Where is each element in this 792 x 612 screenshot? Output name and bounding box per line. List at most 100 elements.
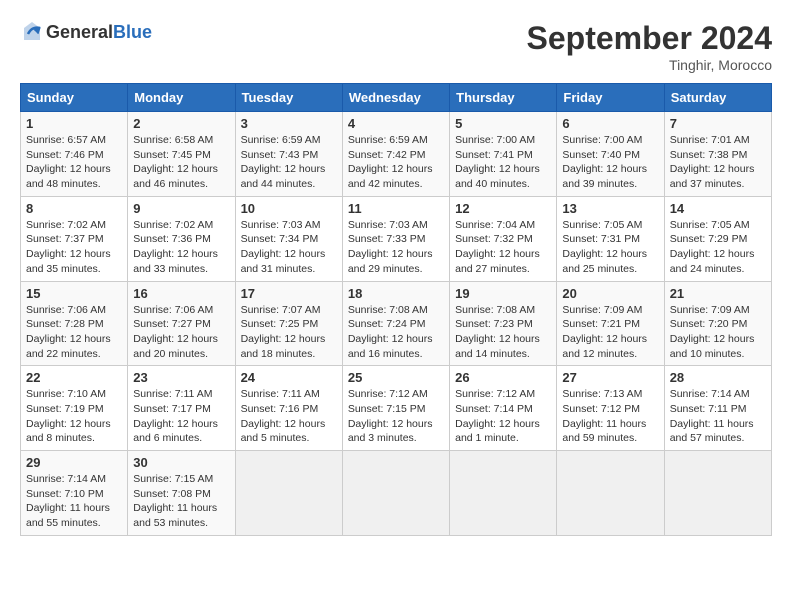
- calendar-cell: 23 Sunrise: 7:11 AMSunset: 7:17 PMDayligh…: [128, 366, 235, 451]
- day-number: 21: [670, 286, 766, 301]
- calendar-cell: 12Sunrise: 7:04 AMSunset: 7:32 PMDayligh…: [450, 196, 557, 281]
- calendar-cell: 30Sunrise: 7:15 AMSunset: 7:08 PMDayligh…: [128, 451, 235, 536]
- calendar-cell: 24Sunrise: 7:11 AMSunset: 7:16 PMDayligh…: [235, 366, 342, 451]
- weekday-header-tuesday: Tuesday: [235, 84, 342, 112]
- calendar-cell: 16Sunrise: 7:06 AMSunset: 7:27 PMDayligh…: [128, 281, 235, 366]
- calendar-cell: 29 Sunrise: 7:14 AMSunset: 7:10 PMDayligh…: [21, 451, 128, 536]
- day-number: 29: [26, 455, 122, 470]
- day-detail: Sunrise: 7:08 AMSunset: 7:23 PMDaylight:…: [455, 303, 551, 362]
- weekday-header-sunday: Sunday: [21, 84, 128, 112]
- day-number: 24: [241, 370, 337, 385]
- day-detail: Sunrise: 7:07 AMSunset: 7:25 PMDaylight:…: [241, 303, 337, 362]
- calendar-cell: 15 Sunrise: 7:06 AMSunset: 7:28 PMDayligh…: [21, 281, 128, 366]
- weekday-header-thursday: Thursday: [450, 84, 557, 112]
- day-detail: Sunrise: 6:59 AMSunset: 7:43 PMDaylight:…: [241, 133, 337, 192]
- day-number: 25: [348, 370, 444, 385]
- day-detail: Sunrise: 7:03 AMSunset: 7:34 PMDaylight:…: [241, 218, 337, 277]
- day-number: 23: [133, 370, 229, 385]
- logo-text: GeneralBlue: [46, 22, 152, 43]
- day-detail: Sunrise: 6:58 AMSunset: 7:45 PMDaylight:…: [133, 133, 229, 192]
- day-detail: Sunrise: 7:09 AMSunset: 7:20 PMDaylight:…: [670, 303, 766, 362]
- page-header: GeneralBlue September 2024 Tinghir, Moro…: [20, 20, 772, 73]
- calendar-cell: [450, 451, 557, 536]
- month-title: September 2024: [527, 20, 772, 57]
- calendar-cell: 4Sunrise: 6:59 AMSunset: 7:42 PMDaylight…: [342, 112, 449, 197]
- calendar-week-row: 29 Sunrise: 7:14 AMSunset: 7:10 PMDayligh…: [21, 451, 772, 536]
- day-number: 19: [455, 286, 551, 301]
- day-number: 26: [455, 370, 551, 385]
- calendar-cell: [342, 451, 449, 536]
- day-number: 20: [562, 286, 658, 301]
- day-detail: Sunrise: 7:02 AMSunset: 7:36 PMDaylight:…: [133, 218, 229, 277]
- logo: GeneralBlue: [20, 20, 152, 44]
- calendar-cell: [235, 451, 342, 536]
- calendar-week-row: 22 Sunrise: 7:10 AMSunset: 7:19 PMDayligh…: [21, 366, 772, 451]
- calendar-cell: [664, 451, 771, 536]
- day-detail: Sunrise: 7:14 AMSunset: 7:10 PMDaylight:…: [26, 472, 122, 531]
- calendar-cell: 18 Sunrise: 7:08 AMSunset: 7:24 PMDayligh…: [342, 281, 449, 366]
- day-number: 3: [241, 116, 337, 131]
- day-detail: Sunrise: 7:13 AMSunset: 7:12 PMDaylight:…: [562, 387, 658, 446]
- weekday-header-friday: Friday: [557, 84, 664, 112]
- day-detail: Sunrise: 7:14 AMSunset: 7:11 PMDaylight:…: [670, 387, 766, 446]
- calendar-cell: 21 Sunrise: 7:09 AMSunset: 7:20 PMDayligh…: [664, 281, 771, 366]
- calendar-cell: 28 Sunrise: 7:14 AMSunset: 7:11 PMDayligh…: [664, 366, 771, 451]
- day-detail: Sunrise: 7:12 AMSunset: 7:14 PMDaylight:…: [455, 387, 551, 446]
- calendar-cell: 6 Sunrise: 7:00 AMSunset: 7:40 PMDaylight…: [557, 112, 664, 197]
- day-number: 17: [241, 286, 337, 301]
- day-detail: Sunrise: 7:08 AMSunset: 7:24 PMDaylight:…: [348, 303, 444, 362]
- calendar-cell: 5 Sunrise: 7:00 AMSunset: 7:41 PMDaylight…: [450, 112, 557, 197]
- day-detail: Sunrise: 6:57 AMSunset: 7:46 PMDaylight:…: [26, 133, 122, 192]
- day-detail: Sunrise: 7:11 AMSunset: 7:17 PMDaylight:…: [133, 387, 229, 446]
- calendar-cell: 3 Sunrise: 6:59 AMSunset: 7:43 PMDaylight…: [235, 112, 342, 197]
- day-detail: Sunrise: 7:05 AMSunset: 7:31 PMDaylight:…: [562, 218, 658, 277]
- day-detail: Sunrise: 7:05 AMSunset: 7:29 PMDaylight:…: [670, 218, 766, 277]
- weekday-header-wednesday: Wednesday: [342, 84, 449, 112]
- day-detail: Sunrise: 7:02 AMSunset: 7:37 PMDaylight:…: [26, 218, 122, 277]
- day-detail: Sunrise: 7:06 AMSunset: 7:28 PMDaylight:…: [26, 303, 122, 362]
- calendar-cell: 17 Sunrise: 7:07 AMSunset: 7:25 PMDayligh…: [235, 281, 342, 366]
- day-number: 1: [26, 116, 122, 131]
- day-detail: Sunrise: 7:00 AMSunset: 7:41 PMDaylight:…: [455, 133, 551, 192]
- weekday-header-saturday: Saturday: [664, 84, 771, 112]
- calendar-cell: 25 Sunrise: 7:12 AMSunset: 7:15 PMDayligh…: [342, 366, 449, 451]
- logo-icon: [20, 20, 44, 44]
- day-number: 5: [455, 116, 551, 131]
- calendar-table: SundayMondayTuesdayWednesdayThursdayFrid…: [20, 83, 772, 536]
- day-number: 12: [455, 201, 551, 216]
- day-detail: Sunrise: 7:09 AMSunset: 7:21 PMDaylight:…: [562, 303, 658, 362]
- calendar-cell: 19 Sunrise: 7:08 AMSunset: 7:23 PMDayligh…: [450, 281, 557, 366]
- day-number: 4: [348, 116, 444, 131]
- day-number: 22: [26, 370, 122, 385]
- day-number: 14: [670, 201, 766, 216]
- day-number: 11: [348, 201, 444, 216]
- day-number: 28: [670, 370, 766, 385]
- calendar-cell: 2 Sunrise: 6:58 AMSunset: 7:45 PMDaylight…: [128, 112, 235, 197]
- calendar-header-row: SundayMondayTuesdayWednesdayThursdayFrid…: [21, 84, 772, 112]
- calendar-cell: 11 Sunrise: 7:03 AMSunset: 7:33 PMDayligh…: [342, 196, 449, 281]
- day-number: 9: [133, 201, 229, 216]
- day-number: 7: [670, 116, 766, 131]
- day-number: 30: [133, 455, 229, 470]
- day-detail: Sunrise: 7:00 AMSunset: 7:40 PMDaylight:…: [562, 133, 658, 192]
- calendar-cell: [557, 451, 664, 536]
- calendar-cell: 1 Sunrise: 6:57 AMSunset: 7:46 PMDaylight…: [21, 112, 128, 197]
- day-detail: Sunrise: 7:03 AMSunset: 7:33 PMDaylight:…: [348, 218, 444, 277]
- calendar-cell: 22 Sunrise: 7:10 AMSunset: 7:19 PMDayligh…: [21, 366, 128, 451]
- calendar-cell: 10 Sunrise: 7:03 AMSunset: 7:34 PMDayligh…: [235, 196, 342, 281]
- day-number: 15: [26, 286, 122, 301]
- day-number: 8: [26, 201, 122, 216]
- calendar-cell: 14 Sunrise: 7:05 AMSunset: 7:29 PMDayligh…: [664, 196, 771, 281]
- calendar-cell: 20 Sunrise: 7:09 AMSunset: 7:21 PMDayligh…: [557, 281, 664, 366]
- day-number: 2: [133, 116, 229, 131]
- calendar-cell: 9 Sunrise: 7:02 AMSunset: 7:36 PMDaylight…: [128, 196, 235, 281]
- calendar-cell: 13Sunrise: 7:05 AMSunset: 7:31 PMDayligh…: [557, 196, 664, 281]
- day-detail: Sunrise: 7:12 AMSunset: 7:15 PMDaylight:…: [348, 387, 444, 446]
- calendar-week-row: 15 Sunrise: 7:06 AMSunset: 7:28 PMDayligh…: [21, 281, 772, 366]
- day-number: 18: [348, 286, 444, 301]
- day-number: 10: [241, 201, 337, 216]
- day-number: 6: [562, 116, 658, 131]
- calendar-week-row: 8 Sunrise: 7:02 AMSunset: 7:37 PMDaylight…: [21, 196, 772, 281]
- calendar-cell: 7Sunrise: 7:01 AMSunset: 7:38 PMDaylight…: [664, 112, 771, 197]
- day-detail: Sunrise: 7:10 AMSunset: 7:19 PMDaylight:…: [26, 387, 122, 446]
